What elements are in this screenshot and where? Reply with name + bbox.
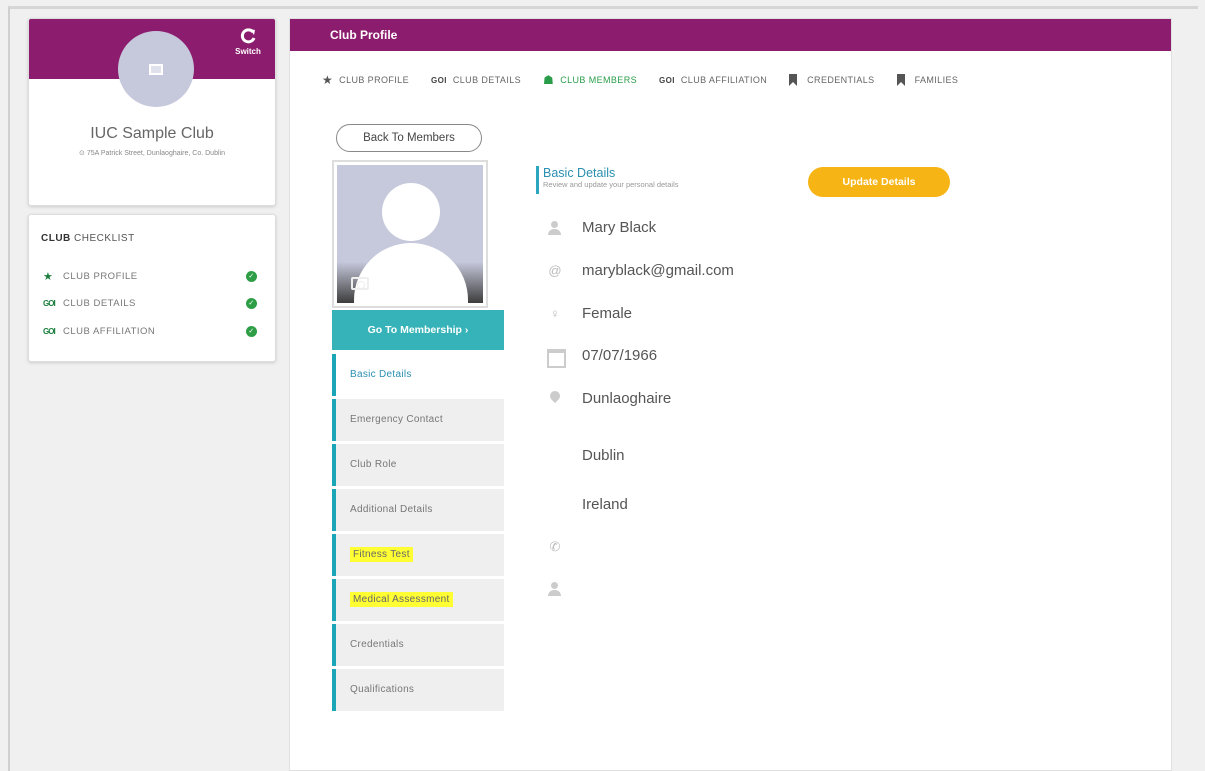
member-email: maryblack@gmail.com	[582, 262, 734, 279]
menu-item-additional-details[interactable]: Additional Details	[332, 489, 504, 531]
tab-club-profile[interactable]: ★ CLUB PROFILE	[322, 73, 409, 87]
goi-icon: GOI	[43, 326, 56, 336]
avatar-body	[354, 243, 468, 303]
camera-icon[interactable]	[351, 277, 369, 290]
star-icon: ★	[322, 73, 334, 87]
checklist-item-club-affiliation[interactable]: GOI CLUB AFFILIATION ✓	[43, 323, 265, 339]
menu-item-label: Additional Details	[350, 504, 433, 515]
detail-contact-person	[546, 581, 582, 597]
checklist-item-label: CLUB DETAILS	[63, 297, 136, 309]
back-to-members-button[interactable]: Back To Members	[336, 124, 482, 152]
basic-details-heading: Basic Details Review and update your per…	[536, 166, 679, 194]
tab-bar: ★ CLUB PROFILE GOI CLUB DETAILS ☗ CLUB M…	[322, 73, 980, 87]
goi-icon: GOI	[431, 75, 447, 85]
avatar	[337, 165, 483, 303]
club-checklist: CLUB CHECKLIST ★ CLUB PROFILE ✓ GOI CLUB…	[28, 214, 276, 362]
at-icon: @	[548, 262, 562, 278]
goi-icon: GOI	[659, 75, 675, 85]
tab-label: CLUB AFFILIATION	[680, 75, 768, 85]
switch-button[interactable]: Switch	[231, 27, 265, 56]
menu-item-basic-details[interactable]: Basic Details	[332, 354, 504, 396]
menu-item-fitness-test[interactable]: Fitness Test	[332, 534, 504, 576]
club-address: ⊙ 75A Patrick Street, Dunlaoghaire, Co. …	[43, 149, 261, 158]
refresh-icon	[240, 28, 256, 44]
user-icon	[546, 581, 564, 597]
club-name: IUC Sample Club	[90, 125, 214, 142]
member-gender: Female	[582, 305, 633, 322]
check-icon: ✓	[246, 325, 257, 337]
menu-item-club-role[interactable]: Club Role	[332, 444, 504, 486]
tab-club-members[interactable]: ☗ CLUB MEMBERS	[543, 73, 637, 87]
user-icon	[546, 220, 564, 236]
tab-label: FAMILIES	[914, 75, 959, 85]
bookmark-icon	[896, 74, 905, 86]
check-icon: ✓	[246, 297, 257, 309]
checklist-title: CLUB CHECKLIST	[41, 233, 135, 244]
detail-address-3: Ireland	[546, 496, 628, 513]
checklist-item-club-details[interactable]: GOI CLUB DETAILS ✓	[43, 295, 265, 311]
menu-item-label: Emergency Contact	[350, 414, 443, 425]
tab-club-details[interactable]: GOI CLUB DETAILS	[431, 75, 521, 85]
member-side-menu: Basic Details Emergency Contact Club Rol…	[332, 354, 504, 714]
detail-address: Dunlaoghaire	[546, 390, 671, 407]
switch-label: Switch	[235, 47, 261, 56]
checklist-item-club-profile[interactable]: ★ CLUB PROFILE ✓	[43, 268, 265, 284]
star-icon: ★	[43, 270, 54, 283]
menu-item-label: Medical Assessment	[350, 592, 453, 607]
address-line-2: Dublin	[582, 447, 625, 464]
members-icon: ☗	[543, 73, 555, 87]
address-line-3: Ireland	[582, 496, 628, 513]
section-subtitle: Review and update your personal details	[543, 180, 679, 189]
menu-item-label: Club Role	[350, 459, 397, 470]
menu-item-credentials[interactable]: Credentials	[332, 624, 504, 666]
menu-item-label: Fitness Test	[350, 547, 413, 562]
menu-item-label: Basic Details	[350, 369, 412, 380]
image-icon	[149, 63, 163, 75]
tab-credentials[interactable]: CREDENTIALS	[789, 74, 874, 86]
goi-icon: GOI	[43, 298, 56, 308]
menu-item-label: Credentials	[350, 639, 404, 650]
checklist-item-label: CLUB PROFILE	[63, 270, 138, 282]
checklist-title-bold: CLUB	[41, 233, 71, 244]
tab-label: CLUB DETAILS	[452, 75, 522, 85]
member-name: Mary Black	[582, 219, 657, 236]
avatar-head	[382, 183, 440, 241]
member-photo	[332, 160, 488, 308]
location-icon	[546, 391, 564, 407]
member-dob: 07/07/1966	[582, 347, 658, 364]
gender-icon: ♀	[550, 305, 560, 321]
page-title: Club Profile	[290, 19, 1171, 51]
club-card: Switch IUC Sample Club ⊙ 75A Patrick Str…	[28, 18, 276, 206]
menu-item-qualifications[interactable]: Qualifications	[332, 669, 504, 711]
menu-item-emergency-contact[interactable]: Emergency Contact	[332, 399, 504, 441]
calendar-icon	[546, 348, 566, 368]
main-panel: Club Profile ★ CLUB PROFILE GOI CLUB DET…	[289, 18, 1172, 771]
update-details-button[interactable]: Update Details	[808, 167, 950, 197]
detail-dob: 07/07/1966	[546, 347, 658, 368]
checklist-item-label: CLUB AFFILIATION	[63, 325, 156, 337]
tab-label: CLUB MEMBERS	[560, 75, 638, 85]
club-avatar[interactable]	[118, 31, 194, 107]
menu-item-medical-assessment[interactable]: Medical Assessment	[332, 579, 504, 621]
tab-families[interactable]: FAMILIES	[896, 74, 959, 86]
detail-name: Mary Black	[546, 219, 656, 236]
phone-icon: ✆	[549, 539, 561, 554]
detail-phone: ✆	[546, 539, 582, 555]
pin-icon: ⊙	[79, 150, 85, 157]
menu-item-label: Qualifications	[350, 684, 415, 695]
club-address-text: 75A Patrick Street, Dunlaoghaire, Co. Du…	[86, 150, 225, 157]
go-to-membership-button[interactable]: Go To Membership ›	[332, 310, 504, 350]
tab-label: CLUB PROFILE	[339, 75, 409, 85]
bookmark-icon	[789, 74, 798, 86]
check-icon: ✓	[246, 270, 257, 282]
address-line-1: Dunlaoghaire	[582, 390, 672, 407]
detail-email: @ maryblack@gmail.com	[546, 262, 734, 279]
tab-club-affiliation[interactable]: GOI CLUB AFFILIATION	[659, 75, 767, 85]
detail-address-2: Dublin	[546, 447, 625, 464]
section-title: Basic Details	[543, 166, 616, 180]
tab-label: CREDENTIALS	[807, 75, 875, 85]
checklist-title-rest: CHECKLIST	[70, 233, 135, 244]
detail-gender: ♀ Female	[546, 305, 632, 322]
